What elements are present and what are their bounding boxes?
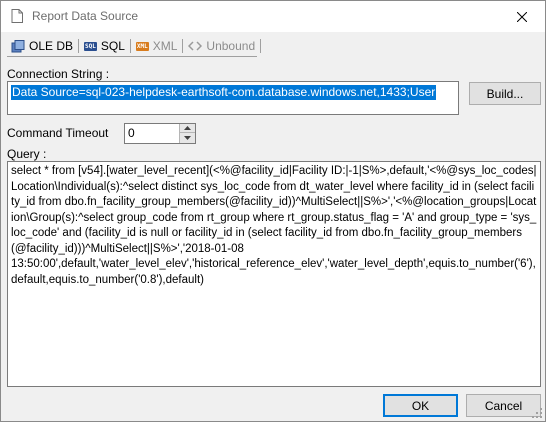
- close-icon: [517, 11, 527, 22]
- tab-unbound-label: Unbound: [206, 39, 256, 53]
- cancel-button[interactable]: Cancel: [466, 394, 541, 417]
- connection-string-value: Data Source=sql-023-helpdesk-earthsoft-c…: [11, 85, 437, 100]
- report-data-source-dialog: Report Data Source OLE DB SQL SQL XML XM…: [0, 0, 546, 422]
- tab-xml[interactable]: XML XML: [132, 38, 182, 54]
- unbound-icon: [188, 41, 203, 51]
- query-textarea[interactable]: select * from [v54].[water_level_recent]…: [7, 161, 541, 387]
- xml-icon: XML: [135, 41, 149, 51]
- query-label: Query :: [7, 147, 47, 161]
- tab-separator: [260, 39, 262, 53]
- window-title: Report Data Source: [32, 9, 139, 23]
- command-timeout-stepper[interactable]: 0: [124, 123, 196, 144]
- stepper-buttons: [179, 124, 195, 143]
- ok-button[interactable]: OK: [383, 394, 458, 417]
- query-text: select * from [v54].[water_level_recent]…: [11, 165, 537, 286]
- document-icon: [11, 9, 23, 23]
- tab-separator: [182, 39, 184, 53]
- command-timeout-label: Command Timeout: [7, 126, 109, 140]
- stepper-up-button[interactable]: [179, 124, 195, 133]
- connection-string-input[interactable]: Data Source=sql-023-helpdesk-earthsoft-c…: [7, 81, 459, 115]
- tab-xml-label: XML: [152, 39, 178, 53]
- tab-unbound[interactable]: Unbound: [184, 38, 259, 54]
- tab-ole-db-label: OLE DB: [29, 39, 74, 53]
- close-button[interactable]: [499, 1, 545, 32]
- command-timeout-value: 0: [128, 126, 135, 140]
- resize-grip-icon[interactable]: [532, 408, 542, 418]
- build-button[interactable]: Build...: [469, 82, 541, 105]
- tab-separator: [78, 39, 80, 53]
- chevron-down-icon: [184, 136, 191, 140]
- tab-divider: [7, 56, 257, 57]
- database-icon: [11, 39, 25, 52]
- sql-icon: SQL: [84, 41, 97, 51]
- tab-sql-label: SQL: [100, 39, 125, 53]
- title-bar[interactable]: Report Data Source: [1, 1, 545, 32]
- tab-separator: [129, 39, 131, 53]
- tab-ole-db[interactable]: OLE DB: [7, 38, 77, 54]
- stepper-down-button[interactable]: [179, 133, 195, 143]
- source-tabs: OLE DB SQL SQL XML XML Unbound: [7, 37, 262, 55]
- chevron-up-icon: [184, 126, 191, 130]
- connection-string-label: Connection String :: [7, 67, 110, 81]
- tab-sql[interactable]: SQL SQL: [80, 38, 129, 54]
